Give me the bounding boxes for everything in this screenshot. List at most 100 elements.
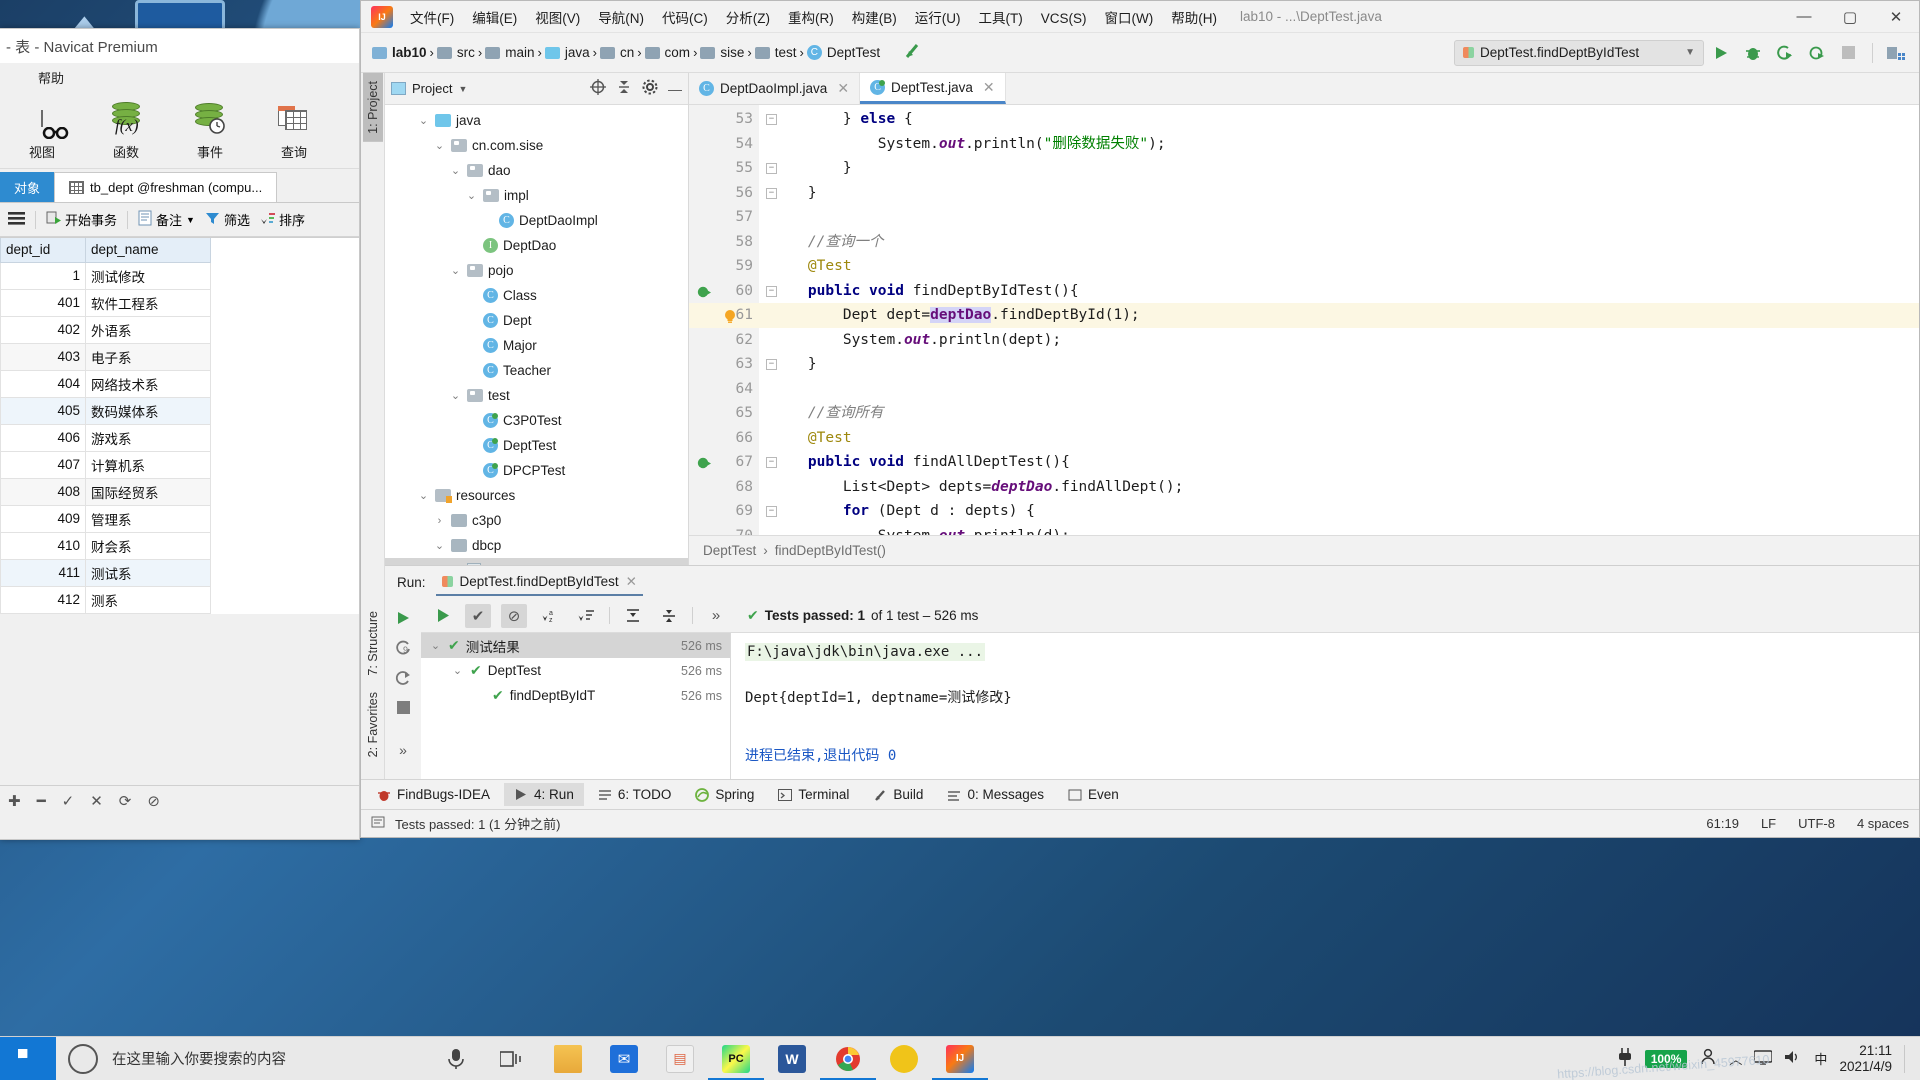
profile-icon[interactable]: [1802, 39, 1832, 67]
code-line-53[interactable]: } else {: [773, 107, 1919, 132]
sort-alpha-icon[interactable]: az: [537, 604, 563, 628]
menu-item-代码c[interactable]: 代码(C): [653, 7, 717, 30]
code-line-60[interactable]: public void findDeptByIdTest(){: [773, 279, 1919, 304]
chevron-down-icon[interactable]: ⌄: [449, 264, 462, 277]
run-test-icon[interactable]: [697, 284, 712, 299]
table-row[interactable]: 404 网络技术系: [0, 369, 211, 398]
task-view-icon[interactable]: [484, 1037, 540, 1080]
tree-item-impl[interactable]: ⌄ impl: [385, 183, 688, 208]
breadcrumb-item-depttest[interactable]: C DeptTest: [804, 43, 883, 62]
run-side-toolbar[interactable]: 9 »: [385, 599, 421, 779]
navicat-ribbon[interactable]: 视图 f(x) 函数 事件 查询: [0, 91, 359, 169]
menu-item-构建b[interactable]: 构建(B): [843, 7, 906, 30]
breadcrumb-item-test[interactable]: test: [752, 43, 800, 62]
microphone-icon[interactable]: [428, 1037, 484, 1080]
toggle-auto-test-icon[interactable]: [392, 669, 414, 687]
gutter-line-67[interactable]: 67−: [689, 450, 777, 475]
navicat-record-nav[interactable]: ✚ ━ ✓ ✕ ⟳ ⊘: [0, 786, 359, 816]
tool-tab-project[interactable]: 1: Project: [362, 73, 383, 142]
pycharm-icon[interactable]: PC: [708, 1037, 764, 1080]
run-configuration-selector[interactable]: DeptTest.findDeptByIdTest ▼: [1454, 39, 1704, 66]
table-row[interactable]: 408 国际经贸系: [0, 477, 211, 506]
navicat-window[interactable]: - 表 - Navicat Premium 帮助 视图 f(x) 函数 事件 查…: [0, 28, 360, 840]
file-encoding[interactable]: UTF-8: [1798, 816, 1835, 831]
cell-dept-name[interactable]: 测试修改: [85, 261, 211, 290]
menu-item-导航n[interactable]: 导航(N): [589, 7, 653, 30]
gear-icon[interactable]: [642, 79, 658, 98]
gutter-line-57[interactable]: 57: [689, 205, 759, 230]
menu-item-工具t[interactable]: 工具(T): [970, 7, 1032, 30]
table-row[interactable]: 410 财会系: [0, 531, 211, 560]
code-line-59[interactable]: @Test: [773, 254, 1919, 279]
ribbon-query-button[interactable]: 查询: [252, 99, 336, 161]
cell-dept-name[interactable]: 计算机系: [85, 450, 211, 479]
tool-tab-0--messages[interactable]: 0: Messages: [937, 783, 1054, 806]
scroll-from-source-icon[interactable]: [590, 79, 606, 98]
rerun-tests-icon[interactable]: [429, 604, 455, 628]
chevron-down-icon[interactable]: ▼: [186, 215, 195, 225]
chevron-down-icon[interactable]: ⌄: [429, 639, 442, 652]
gutter-line-62[interactable]: 62: [689, 328, 759, 353]
chevron-down-icon[interactable]: ⌄: [433, 139, 446, 152]
tree-item-te-t[interactable]: ⌄ test: [385, 383, 688, 408]
table-row[interactable]: 1 测试修改: [0, 261, 211, 290]
cell-dept-name[interactable]: 网络技术系: [85, 369, 211, 398]
expand-all-icon[interactable]: [620, 604, 646, 628]
ime-indicator[interactable]: 中: [1814, 1049, 1827, 1068]
code-line-64[interactable]: [773, 377, 1919, 402]
maximize-button[interactable]: ▢: [1827, 1, 1873, 33]
cell-dept-id[interactable]: 402: [0, 315, 86, 344]
gutter-line-63[interactable]: 63−: [689, 352, 777, 377]
tool-tab-findbugs-idea[interactable]: FindBugs-IDEA: [367, 783, 500, 806]
tree-item-deptdao[interactable]: I DeptDao: [385, 233, 688, 258]
add-record-icon[interactable]: ✚: [8, 792, 21, 810]
run-tool-window[interactable]: Run: DeptTest.findDeptByIdTest ✕ 9 » ✔ ⊘…: [385, 565, 1919, 779]
begin-transaction-button[interactable]: 开始事务: [46, 210, 117, 229]
word-icon[interactable]: W: [764, 1037, 820, 1080]
project-tool-window[interactable]: Project ▼ — ⌄ java ⌄ cn.com.sise ⌄ dao ⌄…: [385, 73, 689, 565]
cell-dept-name[interactable]: 财会系: [85, 531, 211, 560]
chevron-right-icon[interactable]: ›: [433, 515, 446, 527]
intellij-idea-taskbar-icon[interactable]: IJ: [932, 1037, 988, 1080]
project-file-tree[interactable]: ⌄ java ⌄ cn.com.sise ⌄ dao ⌄ impl C DeptDaoImpl I D…: [385, 105, 688, 565]
table-row[interactable]: 409 管理系: [0, 504, 211, 533]
tool-tab-6--todo[interactable]: 6: TODO: [588, 783, 682, 806]
ribbon-function-button[interactable]: f(x) 函数: [84, 99, 168, 161]
column-header-dept-name[interactable]: dept_name: [85, 238, 211, 263]
code-line-62[interactable]: System.out.println(dept);: [773, 328, 1919, 353]
left-tool-strip[interactable]: 1: Project 7: Structure 2: Favorites: [361, 73, 385, 779]
tree-item-c3p0[interactable]: › c3p0: [385, 508, 688, 533]
indent-setting[interactable]: 4 spaces: [1857, 816, 1909, 831]
gutter-line-56[interactable]: 56−: [689, 181, 777, 206]
minimize-button[interactable]: —: [1781, 1, 1827, 33]
gutter-line-60[interactable]: 60−: [689, 279, 777, 304]
tree-item-c3p0te-t[interactable]: C C3P0Test: [385, 408, 688, 433]
cell-dept-name[interactable]: 电子系: [85, 342, 211, 371]
menu-item-重构r[interactable]: 重构(R): [779, 7, 843, 30]
editor-tabs[interactable]: C DeptDaoImpl.java ✕ C DeptTest.java ✕: [689, 73, 1919, 105]
dept-table[interactable]: dept_id dept_name 1 测试修改 401 软件工程系 402 外语系 403…: [0, 238, 211, 614]
navicat-tab-table[interactable]: tb_dept @freshman (compu...: [54, 172, 278, 202]
tool-tab-terminal[interactable]: Terminal: [768, 783, 859, 806]
test-result-tree[interactable]: ⌄ ✔ 测试结果 526 ms ⌄ ✔ DeptTest 526 ms ✔ findDeptByI…: [421, 633, 731, 779]
show-desktop-button[interactable]: [1904, 1044, 1910, 1073]
rerun-icon[interactable]: [392, 609, 414, 627]
cell-dept-id[interactable]: 410: [0, 531, 86, 560]
run-console[interactable]: F:\java\jdk\bin\java.exe ... Dept{deptId…: [731, 633, 1919, 779]
show-passed-icon[interactable]: ✔: [465, 603, 491, 628]
run-with-coverage-icon[interactable]: [1770, 39, 1800, 67]
table-row[interactable]: 406 游戏系: [0, 423, 211, 452]
code-line-63[interactable]: }: [773, 352, 1919, 377]
cell-dept-id[interactable]: 406: [0, 423, 86, 452]
menu-item-vcss[interactable]: VCS(S): [1032, 7, 1096, 30]
more-icon[interactable]: »: [703, 604, 729, 628]
cell-dept-name[interactable]: 外语系: [85, 315, 211, 344]
tool-tab-favorites[interactable]: 2: Favorites: [363, 684, 383, 765]
rerun-failed-icon[interactable]: 9: [392, 639, 414, 657]
bottom-tool-tabs[interactable]: FindBugs-IDEA 4: Run 6: TODO Spring Terminal…: [361, 779, 1919, 809]
gutter-line-55[interactable]: 55−: [689, 156, 777, 181]
cell-dept-id[interactable]: 1: [0, 261, 86, 290]
window-controls[interactable]: — ▢ ✕: [1781, 1, 1919, 33]
tree-item-deptdaoimpl[interactable]: C DeptDaoImpl: [385, 208, 688, 233]
code-line-68[interactable]: List<Dept> depts=deptDao.findAllDept();: [773, 475, 1919, 500]
